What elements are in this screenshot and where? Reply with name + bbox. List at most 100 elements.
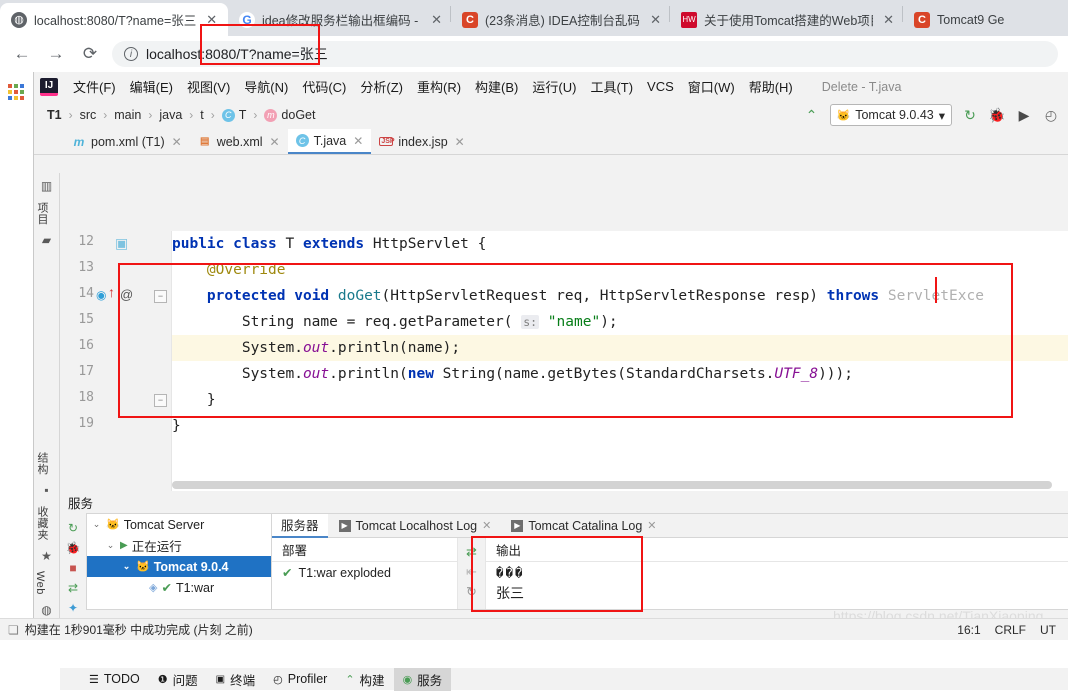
- bottom-tab-todo[interactable]: ☰ TODO: [80, 670, 149, 688]
- run-coverage-icon[interactable]: ▶: [1015, 106, 1033, 124]
- run-icon[interactable]: ↻: [961, 106, 979, 124]
- tree-node-tomcat-9043[interactable]: ⌄ 🐱 Tomcat 9.0.4: [87, 556, 271, 577]
- menu-refactor[interactable]: 重构(R): [410, 74, 468, 99]
- menu-view[interactable]: 视图(V): [180, 74, 237, 99]
- editor-tab-t-java[interactable]: C T.java ✕: [288, 129, 372, 154]
- project-view-icon[interactable]: ▥: [34, 173, 59, 196]
- menu-build[interactable]: 构建(B): [468, 74, 525, 99]
- folder-icon[interactable]: ▰: [34, 230, 59, 250]
- close-icon[interactable]: ✕: [883, 13, 894, 26]
- code-text[interactable]: public class T extends HttpServlet { @Ov…: [172, 231, 1068, 491]
- address-bar[interactable]: i localhost:8080/T?name=张三: [112, 41, 1058, 67]
- menu-tools[interactable]: 工具(T): [583, 74, 640, 99]
- services-tab-server[interactable]: 服务器: [272, 514, 328, 538]
- info-icon[interactable]: i: [124, 47, 138, 61]
- fold-toggle-icon[interactable]: −: [154, 394, 167, 407]
- deployment-item[interactable]: ✔ T1:war exploded: [272, 562, 457, 580]
- close-icon[interactable]: ✕: [172, 135, 182, 149]
- browser-tab-3[interactable]: HW 关于使用Tomcat搭建的Web项目 ✕: [670, 3, 902, 36]
- annotation-marker-icon[interactable]: @: [120, 287, 133, 302]
- editor-tab-pom-xml[interactable]: m pom.xml (T1) ✕: [64, 129, 190, 154]
- line-separator[interactable]: CRLF: [995, 623, 1026, 637]
- close-icon[interactable]: ✕: [270, 135, 280, 149]
- file-encoding[interactable]: UT: [1040, 623, 1056, 637]
- menu-edit[interactable]: 编辑(E): [123, 74, 180, 99]
- bottom-tab-problems[interactable]: ❶ 问题: [149, 668, 207, 691]
- rerun-icon[interactable]: ↻: [63, 518, 83, 537]
- browser-tab-0[interactable]: ◍ localhost:8080/T?name=张三 ✕: [0, 3, 228, 36]
- apps-grid-icon[interactable]: [8, 84, 24, 100]
- scroll-to-source-icon[interactable]: ⇤: [458, 562, 485, 582]
- redeploy-icon[interactable]: ⇄: [63, 578, 83, 597]
- bottom-tab-services[interactable]: ◉ 服务: [394, 668, 452, 691]
- close-icon[interactable]: ✕: [353, 134, 363, 148]
- editor-gutter[interactable]: 12 13 14 15 16 17 18 19 ▣ ◉ ↑ @: [60, 231, 150, 491]
- services-tab-catalina-log[interactable]: ▶ Tomcat Catalina Log ✕: [502, 514, 665, 538]
- breadcrumb-class-t[interactable]: C T: [219, 107, 250, 123]
- forward-icon[interactable]: →: [44, 42, 68, 66]
- override-marker-icon[interactable]: ◉: [96, 288, 106, 302]
- chevron-down-icon[interactable]: ⌄: [105, 540, 116, 551]
- menu-vcs[interactable]: VCS: [640, 76, 681, 97]
- run-servlet-gutter-icon[interactable]: ▣: [115, 235, 128, 252]
- close-icon[interactable]: ✕: [206, 13, 217, 26]
- tool-window-web[interactable]: Web: [34, 566, 46, 600]
- breadcrumb-java[interactable]: java: [156, 107, 185, 123]
- scroll-to-end-icon[interactable]: ⇄: [458, 542, 485, 562]
- globe-icon[interactable]: ◍: [34, 600, 59, 620]
- breadcrumb-method-doget[interactable]: m doGet: [261, 107, 318, 123]
- close-icon[interactable]: ✕: [455, 135, 465, 149]
- menu-window[interactable]: 窗口(W): [681, 74, 742, 99]
- bottom-tab-profiler[interactable]: ◴ Profiler: [264, 670, 336, 688]
- star-icon[interactable]: ★: [34, 546, 59, 566]
- tool-window-favorites[interactable]: 收藏夹: [34, 500, 50, 546]
- refresh-icon[interactable]: ↻: [458, 582, 485, 602]
- tool-window-project[interactable]: 项目: [34, 196, 50, 230]
- browser-tab-1[interactable]: G idea修改服务栏输出框编码 - Go ✕: [228, 3, 450, 36]
- browser-tab-4[interactable]: C Tomcat9 Ge: [903, 3, 1023, 36]
- close-icon[interactable]: ✕: [482, 519, 491, 532]
- debug-icon[interactable]: 🐞: [988, 106, 1006, 124]
- breadcrumb-package-t[interactable]: t: [197, 107, 206, 123]
- menu-navigate[interactable]: 导航(N): [237, 74, 295, 99]
- structure-icon[interactable]: ▪: [34, 480, 59, 500]
- breadcrumb-src[interactable]: src: [77, 107, 100, 123]
- bottom-tab-terminal[interactable]: ▣ 终端: [207, 668, 264, 691]
- close-icon[interactable]: ✕: [650, 13, 661, 26]
- chevron-down-icon[interactable]: ⌄: [91, 519, 102, 530]
- menu-file[interactable]: 文件(F): [66, 74, 123, 99]
- debug-icon[interactable]: 🐞: [63, 538, 83, 557]
- run-configuration-selector[interactable]: 🐱 Tomcat 9.0.43 ▾: [830, 104, 953, 126]
- chevron-down-icon[interactable]: ⌄: [121, 561, 132, 572]
- tool-window-structure[interactable]: 结构: [34, 446, 50, 480]
- profiler-icon[interactable]: ◴: [1042, 106, 1060, 124]
- reload-icon[interactable]: ⟳: [78, 42, 102, 66]
- tree-node-tomcat-server[interactable]: ⌄ 🐱 Tomcat Server: [87, 514, 271, 535]
- menu-run[interactable]: 运行(U): [525, 74, 583, 99]
- close-icon[interactable]: ✕: [647, 519, 656, 532]
- code-folding-column[interactable]: − −: [150, 231, 172, 491]
- editor-horizontal-scrollbar[interactable]: [172, 481, 1052, 489]
- code-editor[interactable]: 12 13 14 15 16 17 18 19 ▣ ◉ ↑ @ − − publ…: [60, 231, 1068, 491]
- back-icon[interactable]: ←: [10, 42, 34, 66]
- services-tree[interactable]: ⌄ 🐱 Tomcat Server ⌄ ▶ 正在运行 ⌄ 🐱 Tomcat 9.…: [86, 513, 272, 610]
- caret-position[interactable]: 16:1: [957, 623, 980, 637]
- editor-tab-web-xml[interactable]: ▤ web.xml ✕: [190, 129, 288, 154]
- services-tab-localhost-log[interactable]: ▶ Tomcat Localhost Log ✕: [330, 514, 501, 538]
- menu-analyze[interactable]: 分析(Z): [353, 74, 410, 99]
- breadcrumb-main[interactable]: main: [111, 107, 144, 123]
- settings-icon[interactable]: ✦: [63, 598, 83, 617]
- override-arrow-icon[interactable]: ↑: [108, 284, 115, 300]
- menu-help[interactable]: 帮助(H): [742, 74, 800, 99]
- menu-code[interactable]: 代码(C): [295, 74, 353, 99]
- breadcrumb-project[interactable]: T1: [44, 107, 65, 123]
- close-icon[interactable]: ✕: [431, 13, 442, 26]
- tree-node-running[interactable]: ⌄ ▶ 正在运行: [87, 535, 271, 556]
- bottom-tab-build[interactable]: ⌃ 构建: [336, 668, 393, 691]
- tree-node-t1-war[interactable]: ◈ ✔ T1:war: [87, 577, 271, 598]
- browser-tab-2[interactable]: C (23条消息) IDEA控制台乱码终极 ✕: [451, 3, 669, 36]
- stop-icon[interactable]: ■: [63, 558, 83, 577]
- fold-toggle-icon[interactable]: −: [154, 290, 167, 303]
- editor-tab-index-jsp[interactable]: JSP index.jsp ✕: [371, 129, 472, 154]
- hammer-icon[interactable]: ⌃: [803, 106, 821, 124]
